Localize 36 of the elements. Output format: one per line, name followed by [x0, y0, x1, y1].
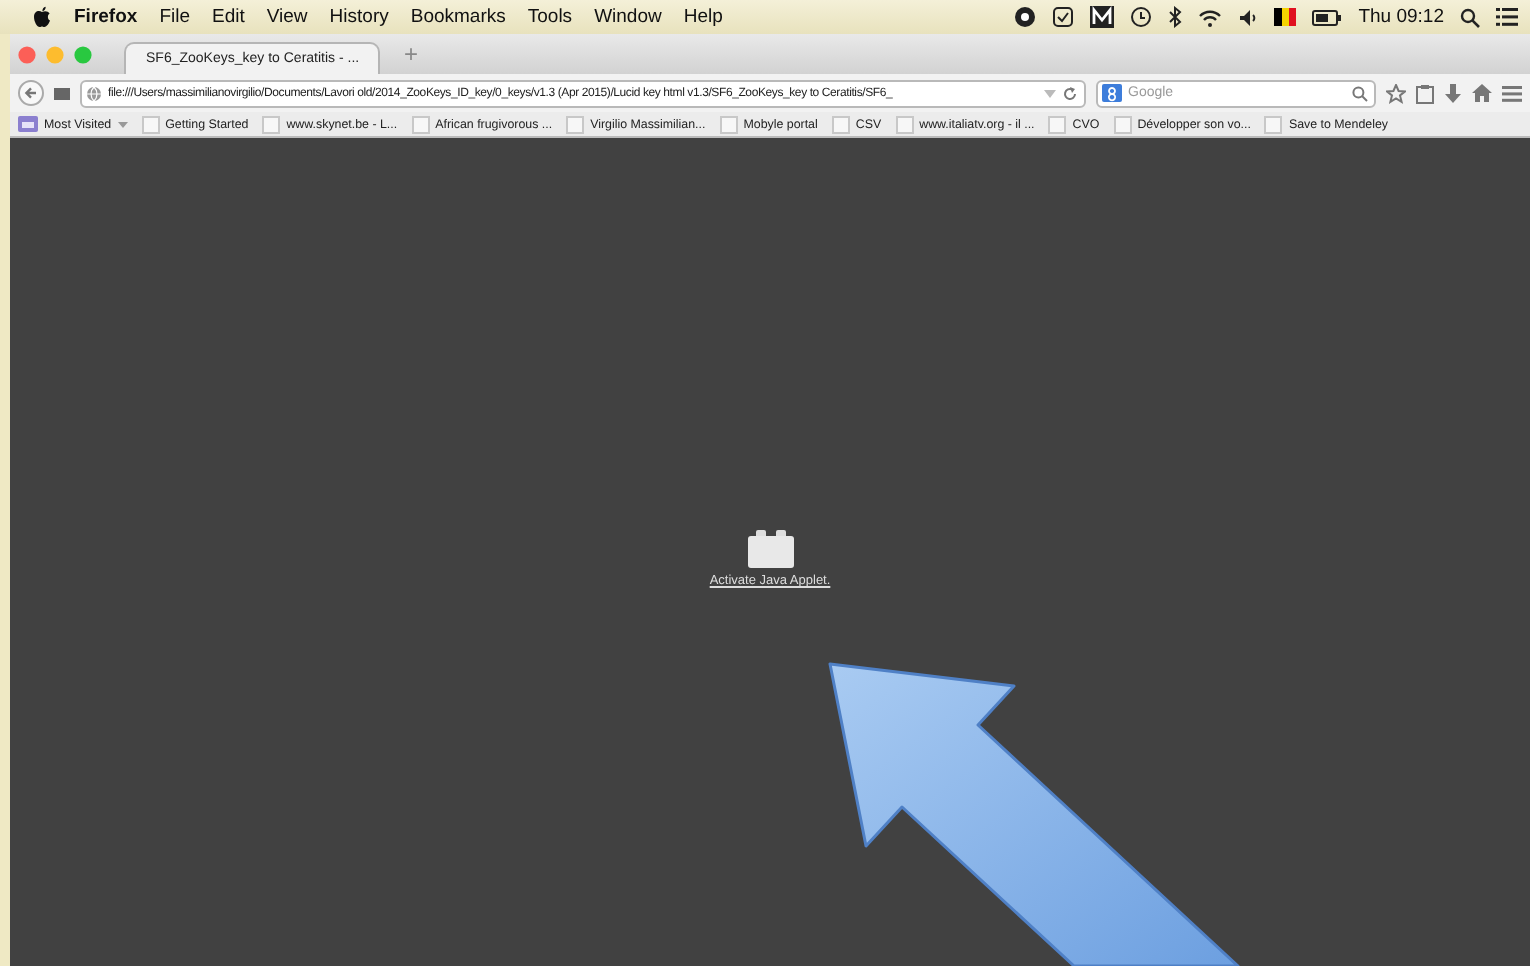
- list-icon[interactable]: [1496, 8, 1518, 26]
- globe-icon: [86, 85, 102, 101]
- identity-icon[interactable]: [54, 86, 70, 100]
- clock[interactable]: Thu 09:12: [1358, 6, 1444, 28]
- battery-icon[interactable]: [1312, 9, 1343, 25]
- checklist-icon[interactable]: [1052, 6, 1075, 28]
- menu-item[interactable]: View: [266, 6, 308, 28]
- app-menu[interactable]: Firefox: [74, 6, 138, 28]
- home-icon[interactable]: [1472, 84, 1492, 102]
- wifi-icon[interactable]: [1198, 7, 1223, 27]
- menu-item[interactable]: Edit: [212, 6, 245, 28]
- reload-icon[interactable]: [1062, 85, 1078, 101]
- clock-icon[interactable]: [1130, 6, 1153, 28]
- close-window-button[interactable]: [18, 45, 36, 63]
- menu-item[interactable]: File: [159, 6, 190, 28]
- menu-item[interactable]: Bookmarks: [410, 6, 506, 28]
- menu-icon[interactable]: [1502, 85, 1522, 101]
- bluetooth-icon[interactable]: [1168, 6, 1183, 28]
- menu-item[interactable]: History: [329, 6, 389, 28]
- back-arrow-icon: [24, 86, 38, 100]
- dropdown-icon[interactable]: [117, 121, 128, 127]
- status-icon[interactable]: [1014, 6, 1037, 28]
- back-button[interactable]: [18, 80, 44, 106]
- menu-item[interactable]: Tools: [527, 6, 573, 28]
- star-icon[interactable]: [1386, 83, 1406, 103]
- clipboard-icon[interactable]: [1416, 83, 1434, 103]
- apple-icon[interactable]: [32, 6, 52, 28]
- menu-item[interactable]: Window: [594, 6, 662, 28]
- flag-icon[interactable]: [1274, 8, 1297, 26]
- plugin-block-icon: [747, 530, 793, 568]
- download-icon[interactable]: [1444, 83, 1462, 103]
- speaker-icon[interactable]: [1238, 7, 1259, 27]
- search-icon[interactable]: [1460, 7, 1480, 27]
- search-engine-icon[interactable]: [1102, 84, 1122, 102]
- folder-icon[interactable]: [18, 116, 38, 132]
- menu-item[interactable]: Help: [683, 6, 723, 28]
